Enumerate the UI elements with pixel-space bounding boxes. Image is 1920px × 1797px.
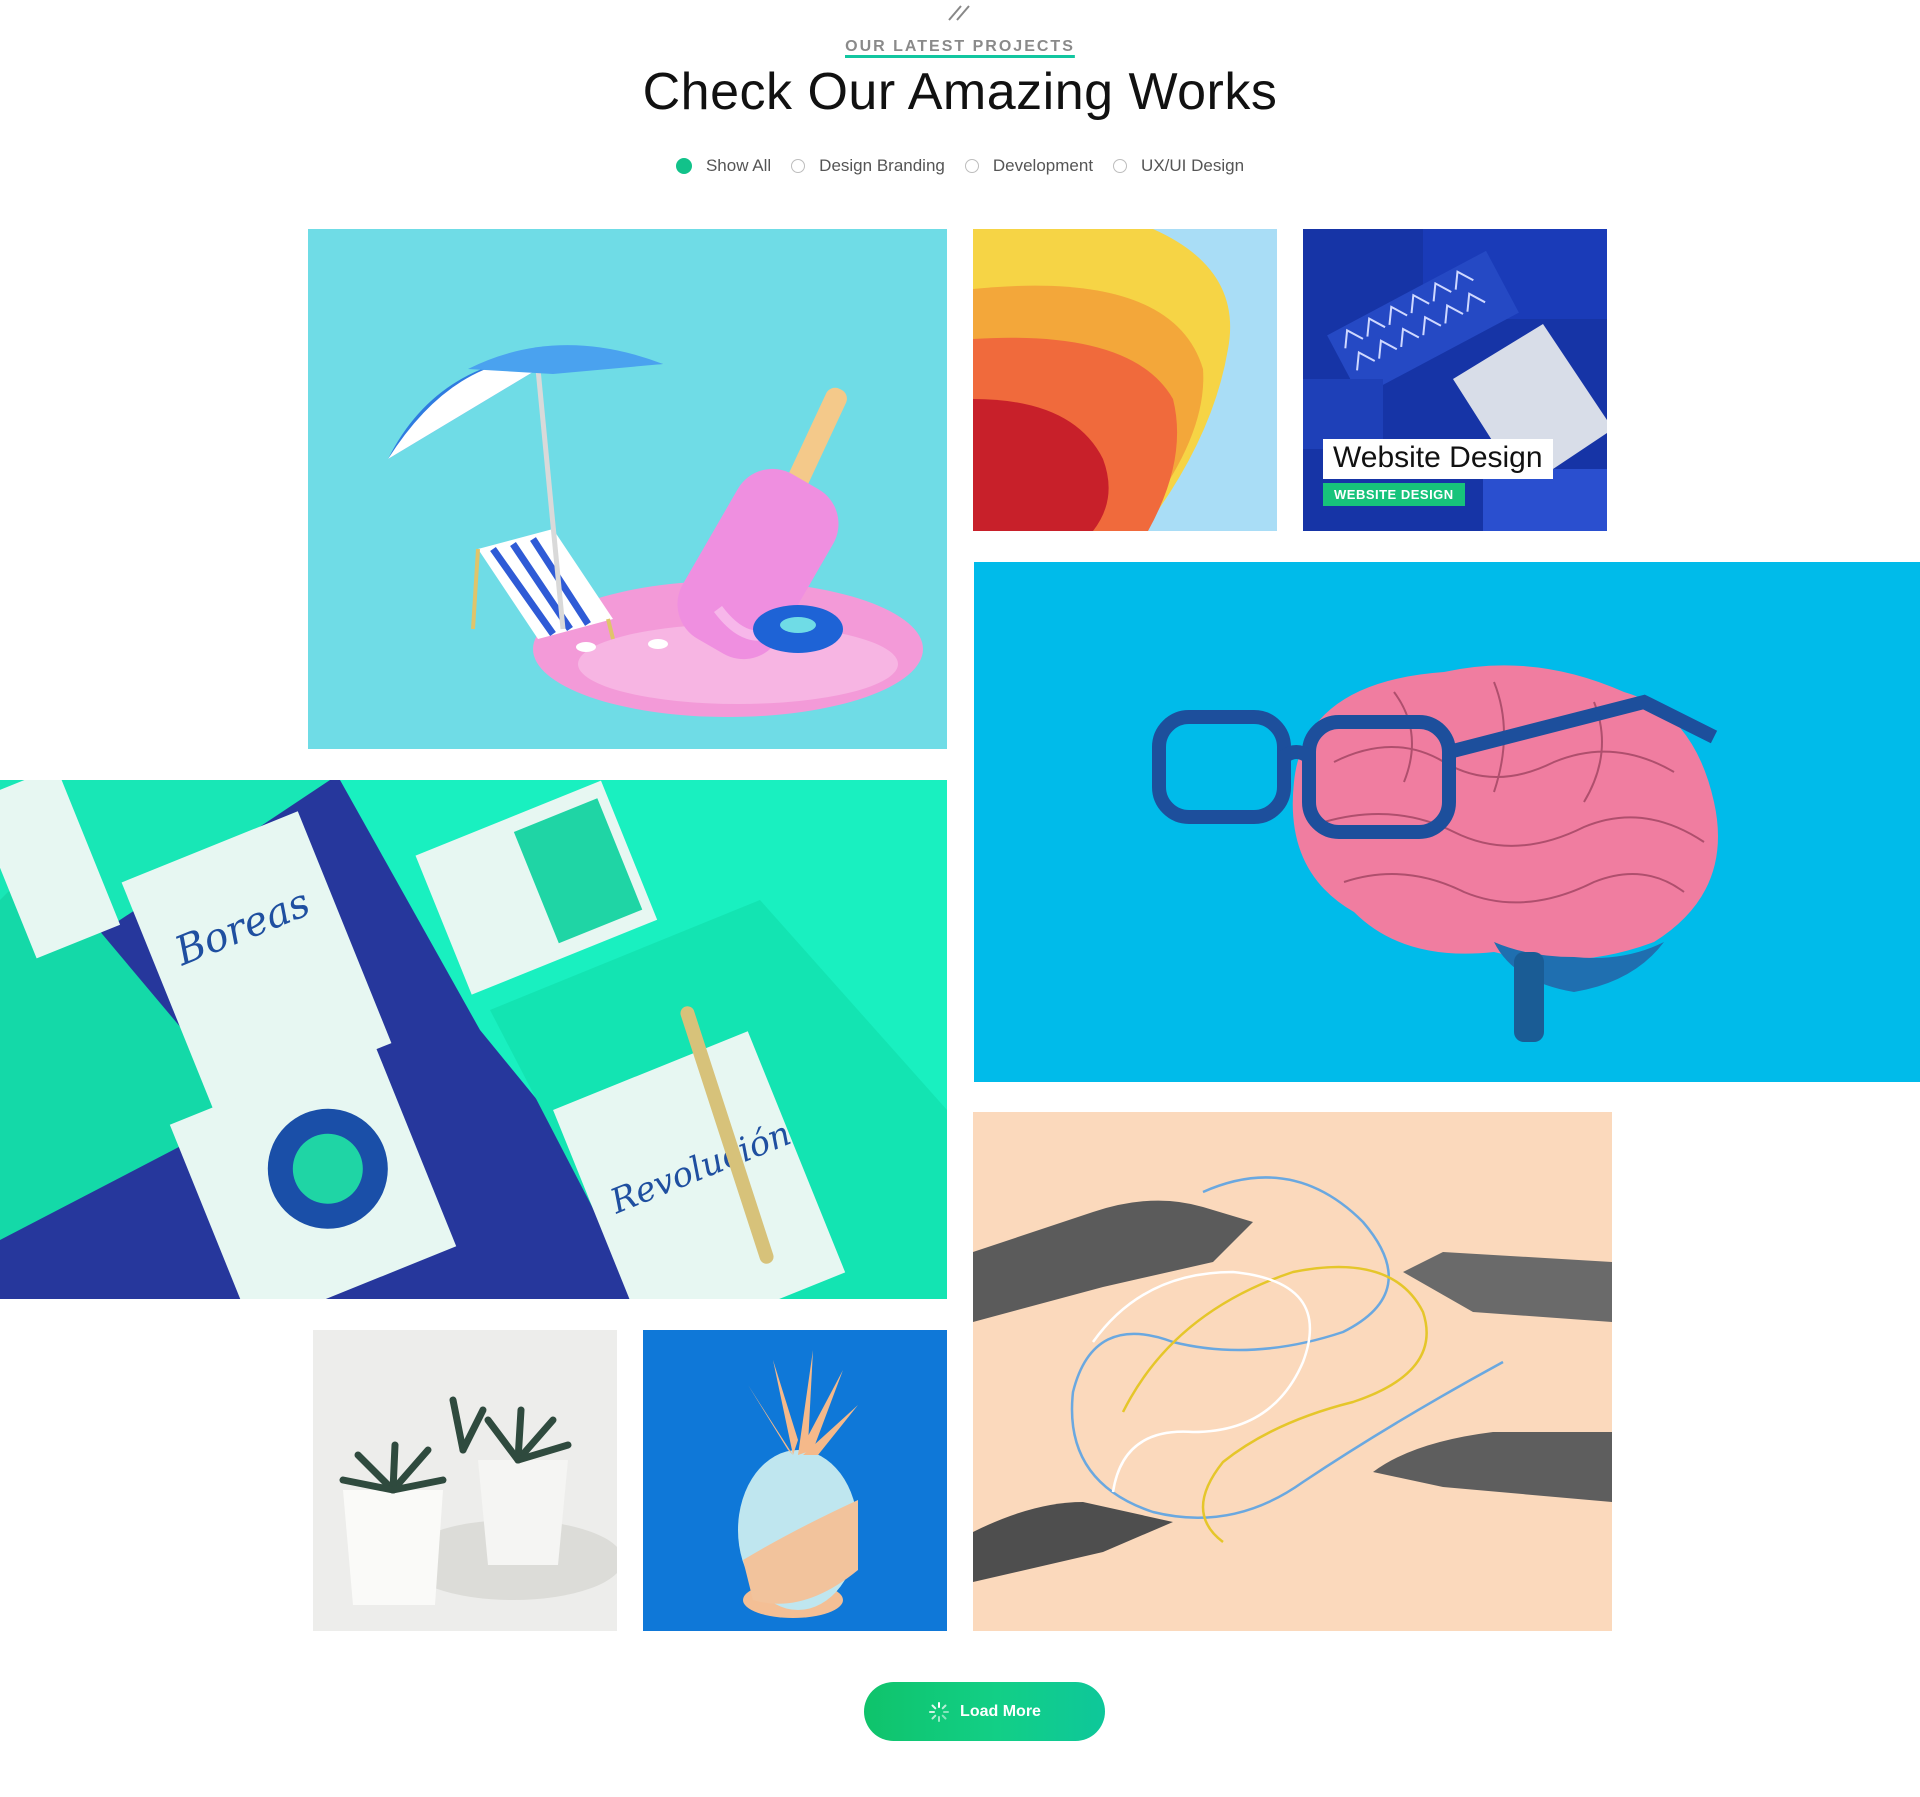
portfolio-item-paper[interactable]	[973, 229, 1277, 531]
filter-development[interactable]: Development	[964, 156, 1094, 176]
portfolio-filters: Show All Design Branding Development UX/…	[0, 156, 1920, 176]
reaching-hands-image	[973, 1112, 1612, 1631]
portfolio-item-calendars[interactable]: Boreas Revolución	[0, 780, 947, 1299]
filter-ux-ui-design[interactable]: UX/UI Design	[1113, 156, 1244, 176]
section-title: Check Our Amazing Works	[642, 63, 1278, 121]
portfolio-item-hands[interactable]	[973, 1112, 1612, 1631]
section-eyebrow: OUR LATEST PROJECTS	[0, 38, 1920, 58]
pineapple-image	[643, 1330, 947, 1631]
portfolio-item-pineapple[interactable]	[643, 1330, 947, 1631]
load-more-label: Load More	[960, 1702, 1041, 1720]
radio-icon	[1113, 159, 1128, 173]
portfolio-item-beach[interactable]	[308, 229, 947, 749]
load-more-button[interactable]: Load More	[864, 1682, 1105, 1741]
filter-show-all[interactable]: Show All	[675, 156, 772, 176]
portfolio-item-website-design[interactable]: Website Design WEBSITE DESIGN	[1303, 229, 1607, 531]
filter-design-branding[interactable]: Design Branding	[791, 156, 945, 176]
beach-popsicle-image	[308, 229, 947, 749]
item-overlay: Website Design WEBSITE DESIGN	[1323, 439, 1553, 506]
brain-glasses-image	[974, 562, 1920, 1082]
filter-label: Development	[992, 156, 1094, 175]
portfolio-item-brain[interactable]	[974, 562, 1920, 1082]
filter-label: UX/UI Design	[1141, 156, 1245, 175]
curled-paper-image	[973, 229, 1277, 531]
radio-selected-icon	[675, 158, 692, 174]
spinner-icon	[929, 1701, 950, 1722]
calendar-mockup-image: Boreas Revolución	[0, 780, 947, 1299]
radio-icon	[964, 159, 979, 173]
filter-label: Design Branding	[819, 156, 945, 175]
portfolio-item-plants[interactable]	[313, 1330, 617, 1631]
succulents-image	[313, 1330, 617, 1631]
item-category-tag[interactable]: WEBSITE DESIGN	[1323, 483, 1465, 506]
item-title: Website Design	[1323, 439, 1553, 479]
double-slash-icon	[948, 5, 970, 21]
filter-label: Show All	[705, 156, 772, 175]
radio-icon	[791, 159, 806, 173]
